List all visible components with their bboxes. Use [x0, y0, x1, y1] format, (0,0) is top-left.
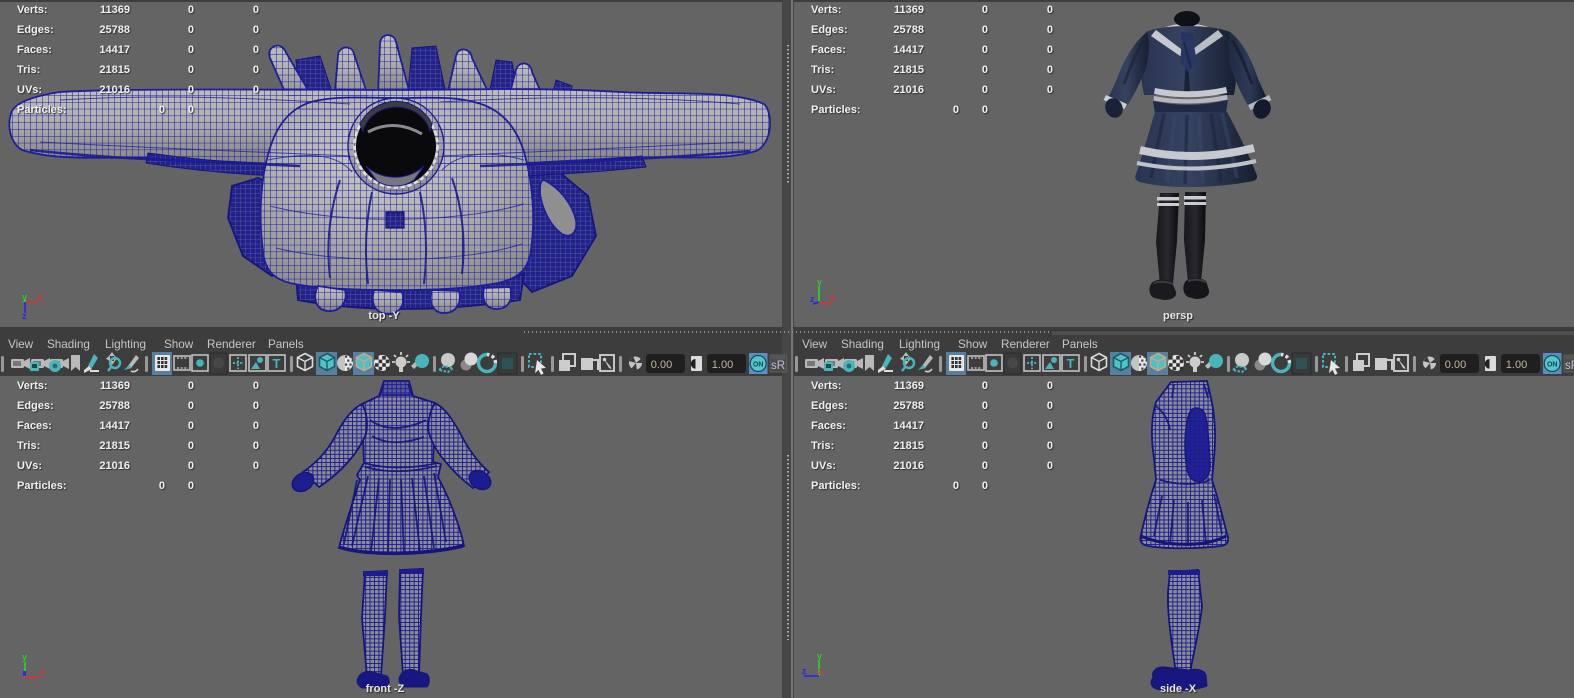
svg-text:T: T: [1067, 356, 1075, 371]
svg-text:y: y: [22, 653, 27, 662]
svg-text:x: x: [818, 666, 823, 676]
svg-text:z: z: [22, 311, 27, 321]
svg-text:z: z: [810, 294, 815, 304]
svg-text:y: y: [817, 652, 822, 661]
svg-text:sR: sR: [1565, 360, 1574, 372]
svg-text:1.00: 1.00: [1506, 359, 1527, 371]
svg-text:x: x: [40, 667, 45, 677]
svg-text:sR: sR: [771, 360, 785, 372]
svg-text:0.00: 0.00: [1445, 359, 1466, 371]
svg-text:ON: ON: [1547, 362, 1558, 369]
svg-text:y: y: [22, 292, 27, 302]
svg-text:0.00: 0.00: [651, 359, 672, 371]
svg-text:y: y: [817, 278, 822, 287]
svg-text:x: x: [38, 292, 43, 302]
svg-text:T: T: [273, 356, 281, 371]
svg-text:1.00: 1.00: [712, 359, 733, 371]
svg-text:z: z: [802, 666, 807, 676]
svg-text:x: x: [830, 293, 835, 303]
svg-text:ON: ON: [753, 362, 764, 369]
